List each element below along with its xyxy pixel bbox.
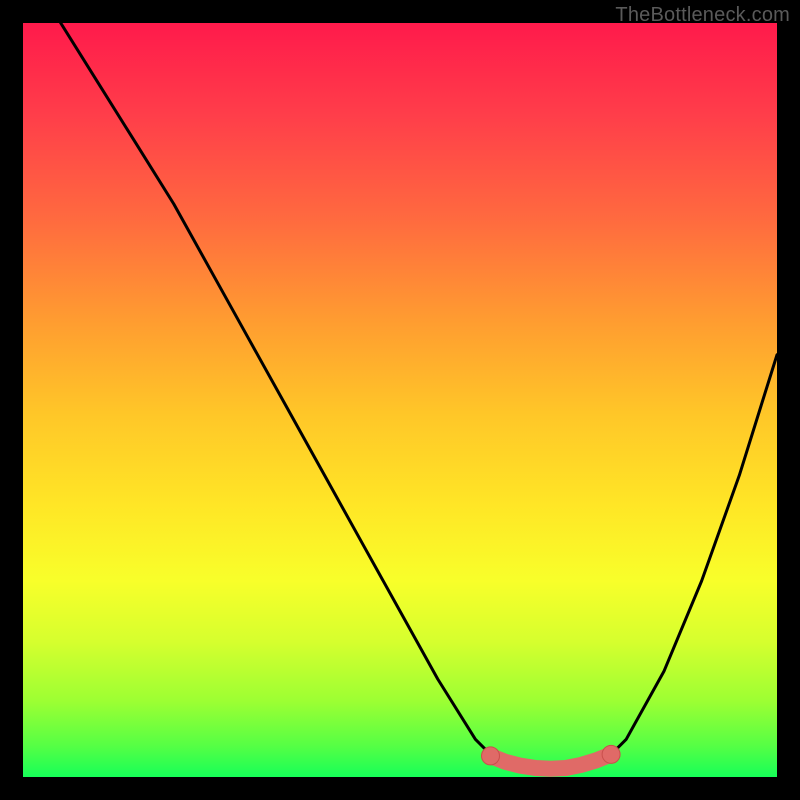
chart-svg	[23, 23, 777, 777]
optimal-range-band	[491, 754, 612, 768]
optimal-range-endpoint	[482, 747, 500, 765]
plot-area	[23, 23, 777, 777]
watermark-text: TheBottleneck.com	[615, 4, 790, 27]
bottleneck-curve	[61, 23, 777, 770]
chart-frame: TheBottleneck.com	[0, 0, 800, 800]
optimal-range-endpoint	[602, 745, 620, 763]
